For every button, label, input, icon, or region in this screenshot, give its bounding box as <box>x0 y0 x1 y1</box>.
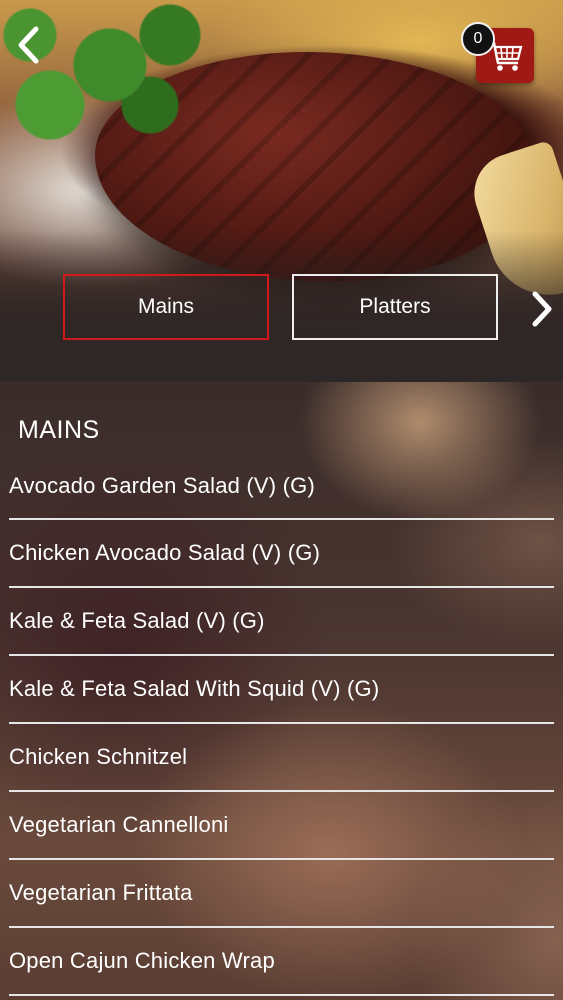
back-button[interactable] <box>10 22 46 68</box>
list-item[interactable]: Vegetarian Frittata <box>9 860 554 928</box>
tab-platters-label: Platters <box>359 295 431 318</box>
list-item[interactable]: Kale & Feta Salad With Squid (V) (G) <box>9 656 554 724</box>
menu-list-area: MAINS Avocado Garden Salad (V) (G) Chick… <box>0 382 563 1000</box>
next-tabs-button[interactable] <box>524 288 560 330</box>
list-item[interactable]: Vegetarian Cannelloni <box>9 792 554 860</box>
tab-mains[interactable]: Mains <box>63 274 269 340</box>
cart-count-badge: 0 <box>461 22 495 56</box>
tab-platters[interactable]: Platters <box>292 274 498 340</box>
list-item[interactable]: Chicken Schnitzel <box>9 724 554 792</box>
chevron-left-icon <box>18 26 39 64</box>
tab-mains-label: Mains <box>137 295 195 318</box>
section-title: MAINS <box>18 416 100 444</box>
menu-list: Avocado Garden Salad (V) (G) Chicken Avo… <box>9 454 554 996</box>
list-item[interactable]: Open Cajun Chicken Wrap <box>9 928 554 996</box>
hero-banner: 0 Mains Platters <box>0 0 563 382</box>
list-item[interactable]: Avocado Garden Salad (V) (G) <box>9 454 554 520</box>
list-item[interactable]: Chicken Avocado Salad (V) (G) <box>9 520 554 588</box>
list-item[interactable]: Kale & Feta Salad (V) (G) <box>9 588 554 656</box>
chevron-right-icon <box>532 291 552 327</box>
